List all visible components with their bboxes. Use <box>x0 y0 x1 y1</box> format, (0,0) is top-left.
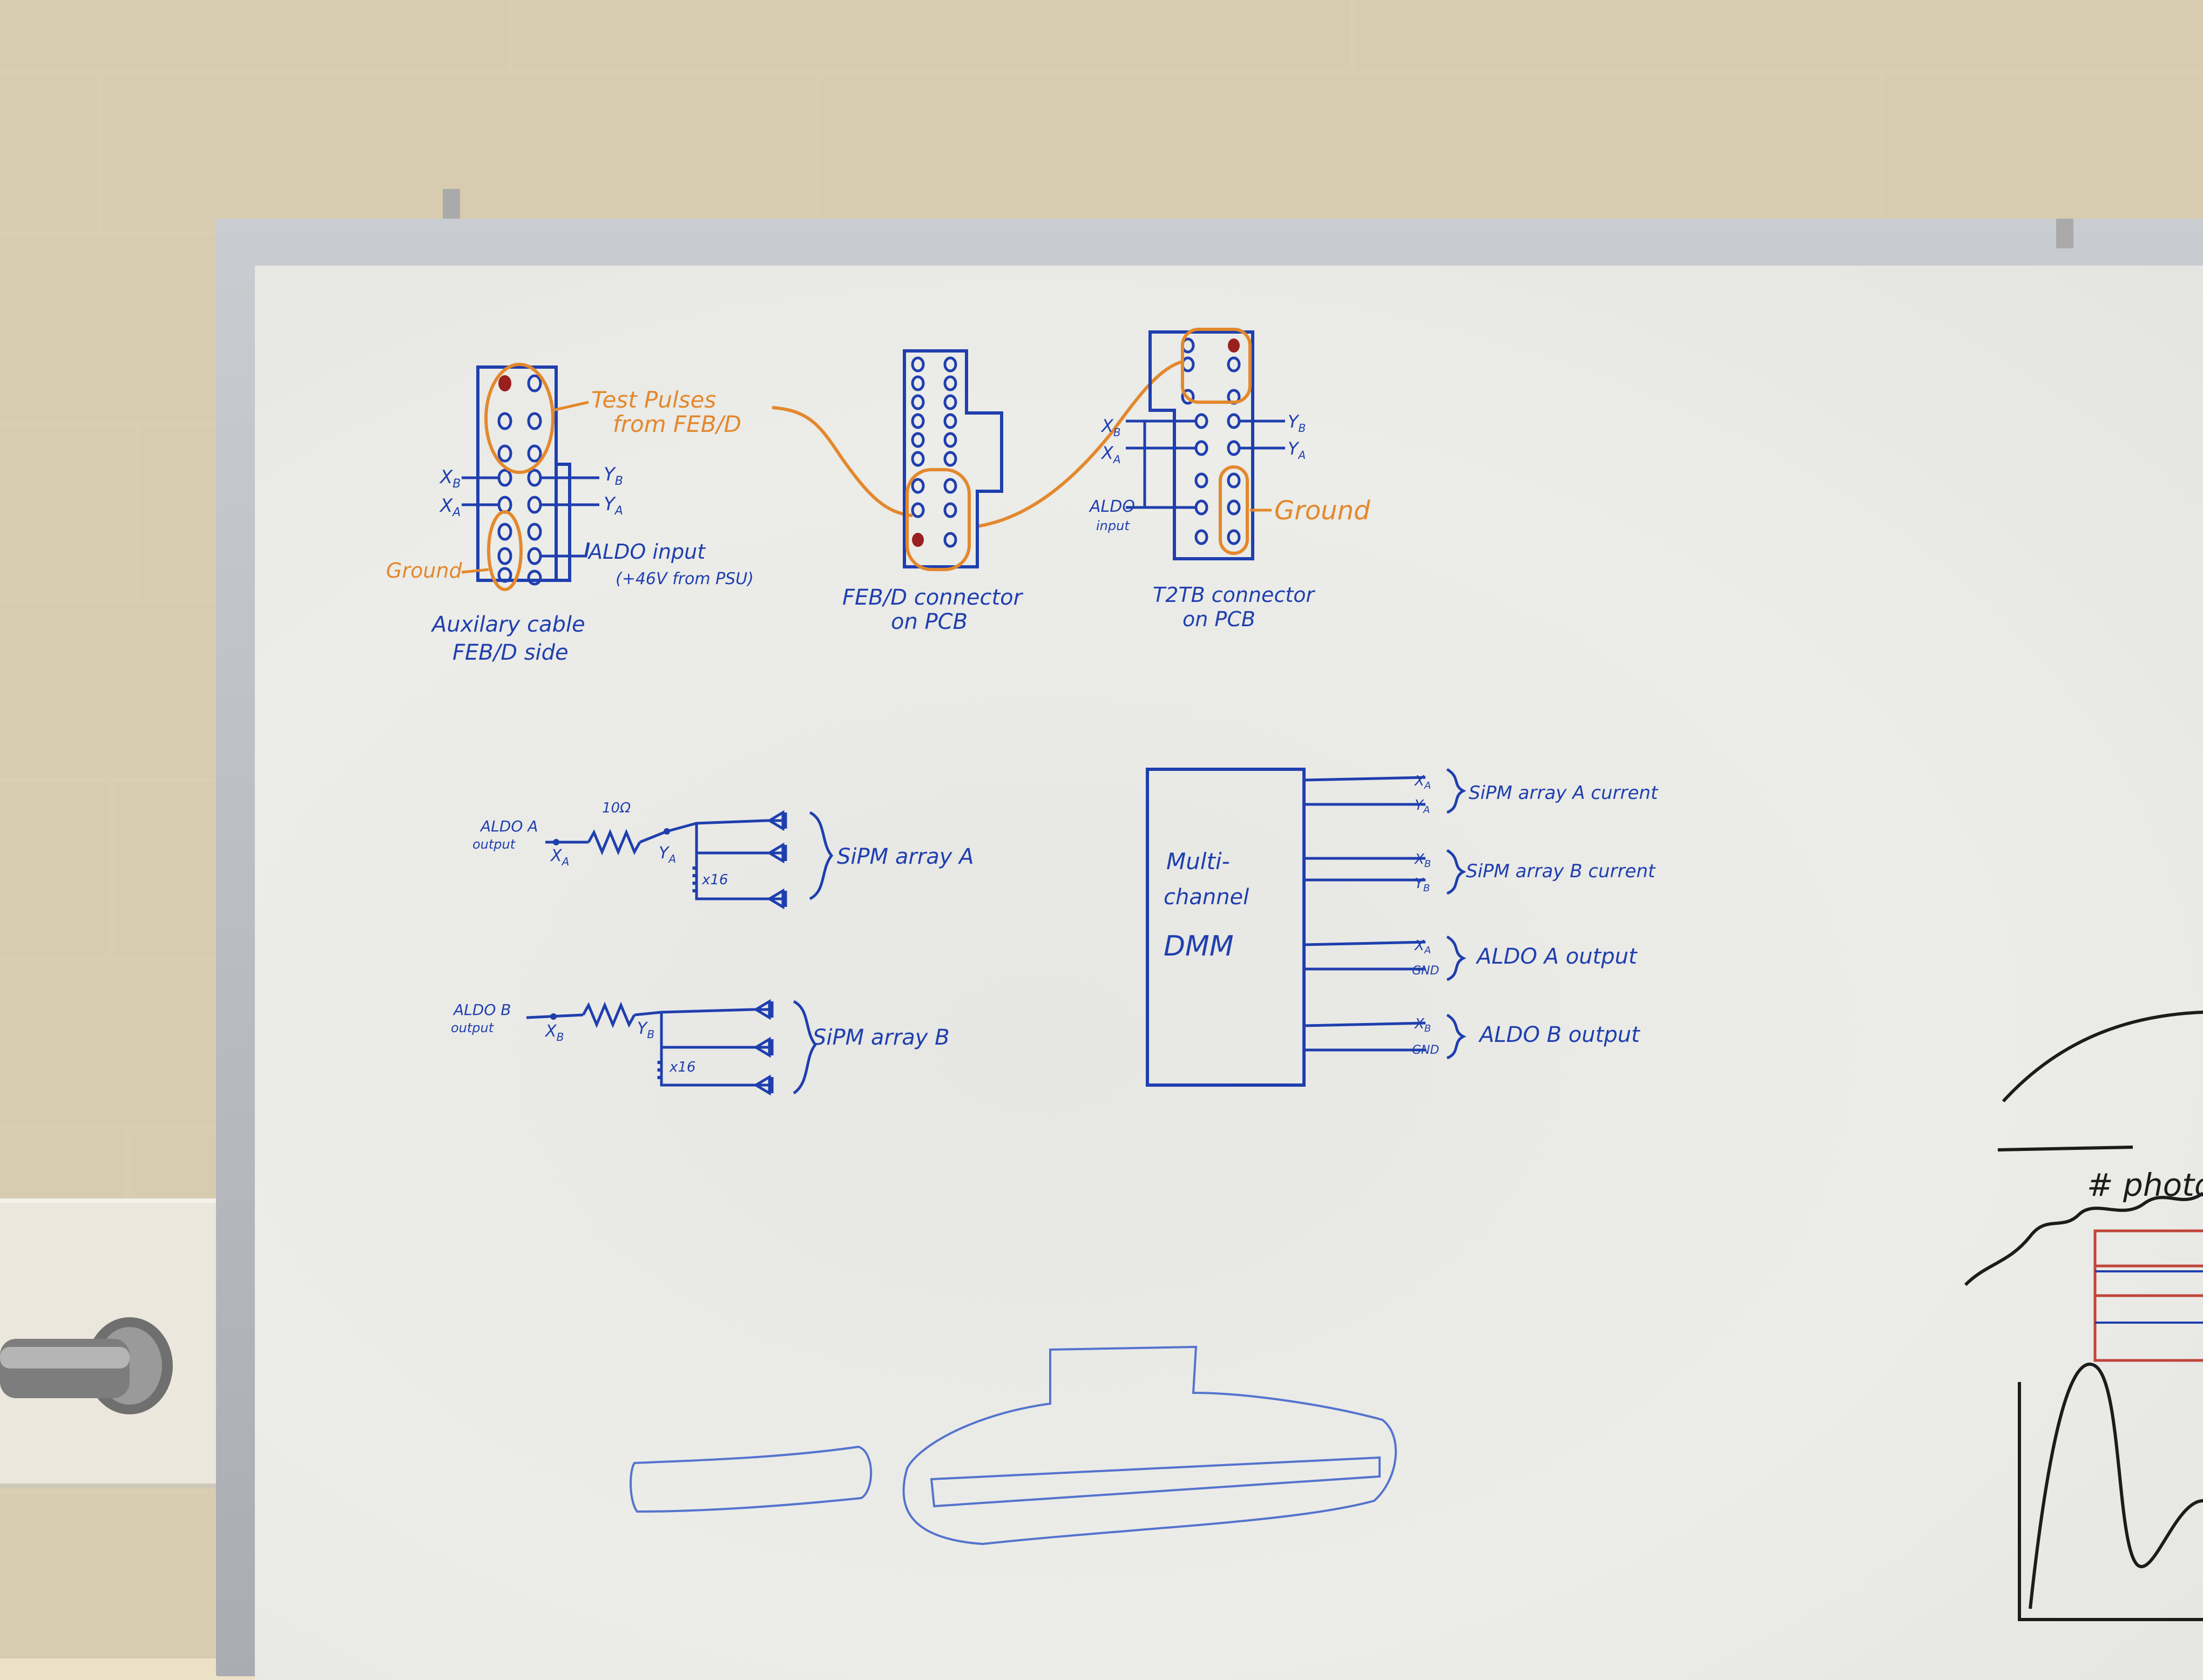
pin-one-marker <box>498 375 511 391</box>
aux-title-line2: FEB/D side <box>452 640 569 665</box>
febd-title-line2: on PCB <box>891 609 968 634</box>
dmm-ch4-top: XB <box>1414 1016 1431 1034</box>
dmm-ch1-label: SiPM array A current <box>1469 782 1659 804</box>
dmm-label-line2: channel <box>1164 885 1249 910</box>
dmm-ch4-bottom: GND <box>1412 1044 1439 1057</box>
dmm-ch3-label: ALDO A output <box>1475 944 1638 969</box>
test-pulses-line1: Test Pulses <box>591 387 716 413</box>
t2tb-ya-label: YA <box>1288 438 1306 462</box>
diode-symbol <box>753 999 774 1020</box>
diode-symbol <box>753 1037 774 1058</box>
aux-ya-label: YA <box>604 493 623 518</box>
t2tb-title-line1: T2TB connector <box>1153 583 1315 607</box>
cable-sketch <box>630 1345 1397 1546</box>
circuit-b-multiplier: x16 <box>669 1059 695 1075</box>
test-pulses-line2: from FEB/D <box>613 411 741 437</box>
dmm-ch1-bottom: YA <box>1415 797 1430 816</box>
dmm-label-line1: Multi- <box>1166 848 1230 875</box>
circuit-a-resistor-label: 10Ω <box>602 800 631 816</box>
circuit-b-source-line1: ALDO B <box>452 1001 511 1019</box>
dmm-ch2-bottom: YB <box>1415 876 1430 894</box>
t2tb-xa-label: XA <box>1100 443 1121 466</box>
aux-xb-label: XB <box>439 466 461 491</box>
aux-title-line1: Auxilary cable <box>430 612 585 637</box>
circuit-a-multiplier: x16 <box>701 872 728 888</box>
aux-aldo-input-label: ALDO input <box>587 540 706 564</box>
dmm-label-line3: DMM <box>1164 930 1234 963</box>
circuit-a-label: SiPM array A <box>837 844 974 869</box>
dmm-ch4-label: ALDO B output <box>1478 1022 1640 1047</box>
sipm-array-a-circuit <box>545 810 834 910</box>
circuit-b-label: SiPM array B <box>813 1025 950 1050</box>
circuit-a-source-line1: ALDO A <box>479 817 538 835</box>
t2tb-xb-label: XB <box>1100 416 1121 439</box>
dmm-ch2-label: SiPM array B current <box>1466 861 1656 882</box>
dmm-ch1-top: XA <box>1414 773 1431 791</box>
sipm-array-b-circuit <box>526 999 817 1096</box>
aux-ground-label: Ground <box>386 559 462 582</box>
diode-symbol <box>767 842 787 864</box>
diode-symbol <box>767 810 787 831</box>
t2tb-aldo-input-line1: ALDO <box>1089 497 1135 516</box>
diode-symbol <box>767 888 787 910</box>
diode-symbol <box>753 1074 774 1096</box>
photon-spectrum-sketch <box>1964 1011 2203 1621</box>
aux-yb-label: YB <box>604 464 623 488</box>
febd-title-line1: FEB/D connector <box>842 585 1024 610</box>
multichannel-dmm <box>1146 768 1467 1087</box>
aux-aldo-input-note: (+46V from PSU) <box>616 570 754 588</box>
whiteboard-drawing: XB XA YB YA ALDO input (+46V from PSU) A… <box>386 189 2203 1621</box>
aux-xa-label: XA <box>439 495 461 519</box>
t2tb-yb-label: YB <box>1288 411 1306 435</box>
auxiliary-cable-connector <box>461 363 599 591</box>
circuit-b-node1: XB <box>544 1022 564 1044</box>
t2tb-ground-label: Ground <box>1274 496 1370 526</box>
pin-one-marker <box>1228 338 1240 353</box>
photons-label: # photon <box>2087 1167 2203 1203</box>
mounting-clip <box>443 189 2073 248</box>
resistor-symbol <box>582 1001 636 1028</box>
circuit-b-source-line2: output <box>451 1020 495 1035</box>
dmm-ch2-top: XB <box>1414 851 1431 870</box>
pin-one-marker <box>912 533 924 547</box>
red-box-sketch <box>2093 1229 2203 1362</box>
t2tb-connector <box>1126 328 1285 560</box>
circuit-b-node2: YB <box>637 1019 654 1041</box>
t2tb-title-line2: on PCB <box>1182 607 1255 631</box>
febd-connector <box>903 349 1003 571</box>
dmm-ch3-bottom: GND <box>1412 964 1439 978</box>
circuit-a-node1: XA <box>550 846 569 868</box>
dmm-ch3-top: XA <box>1414 938 1431 956</box>
resistor-symbol <box>587 829 641 856</box>
circuit-a-source-line2: output <box>472 837 516 852</box>
circuit-a-node2: YA <box>659 844 676 865</box>
t2tb-aldo-input-line2: input <box>1096 518 1130 533</box>
